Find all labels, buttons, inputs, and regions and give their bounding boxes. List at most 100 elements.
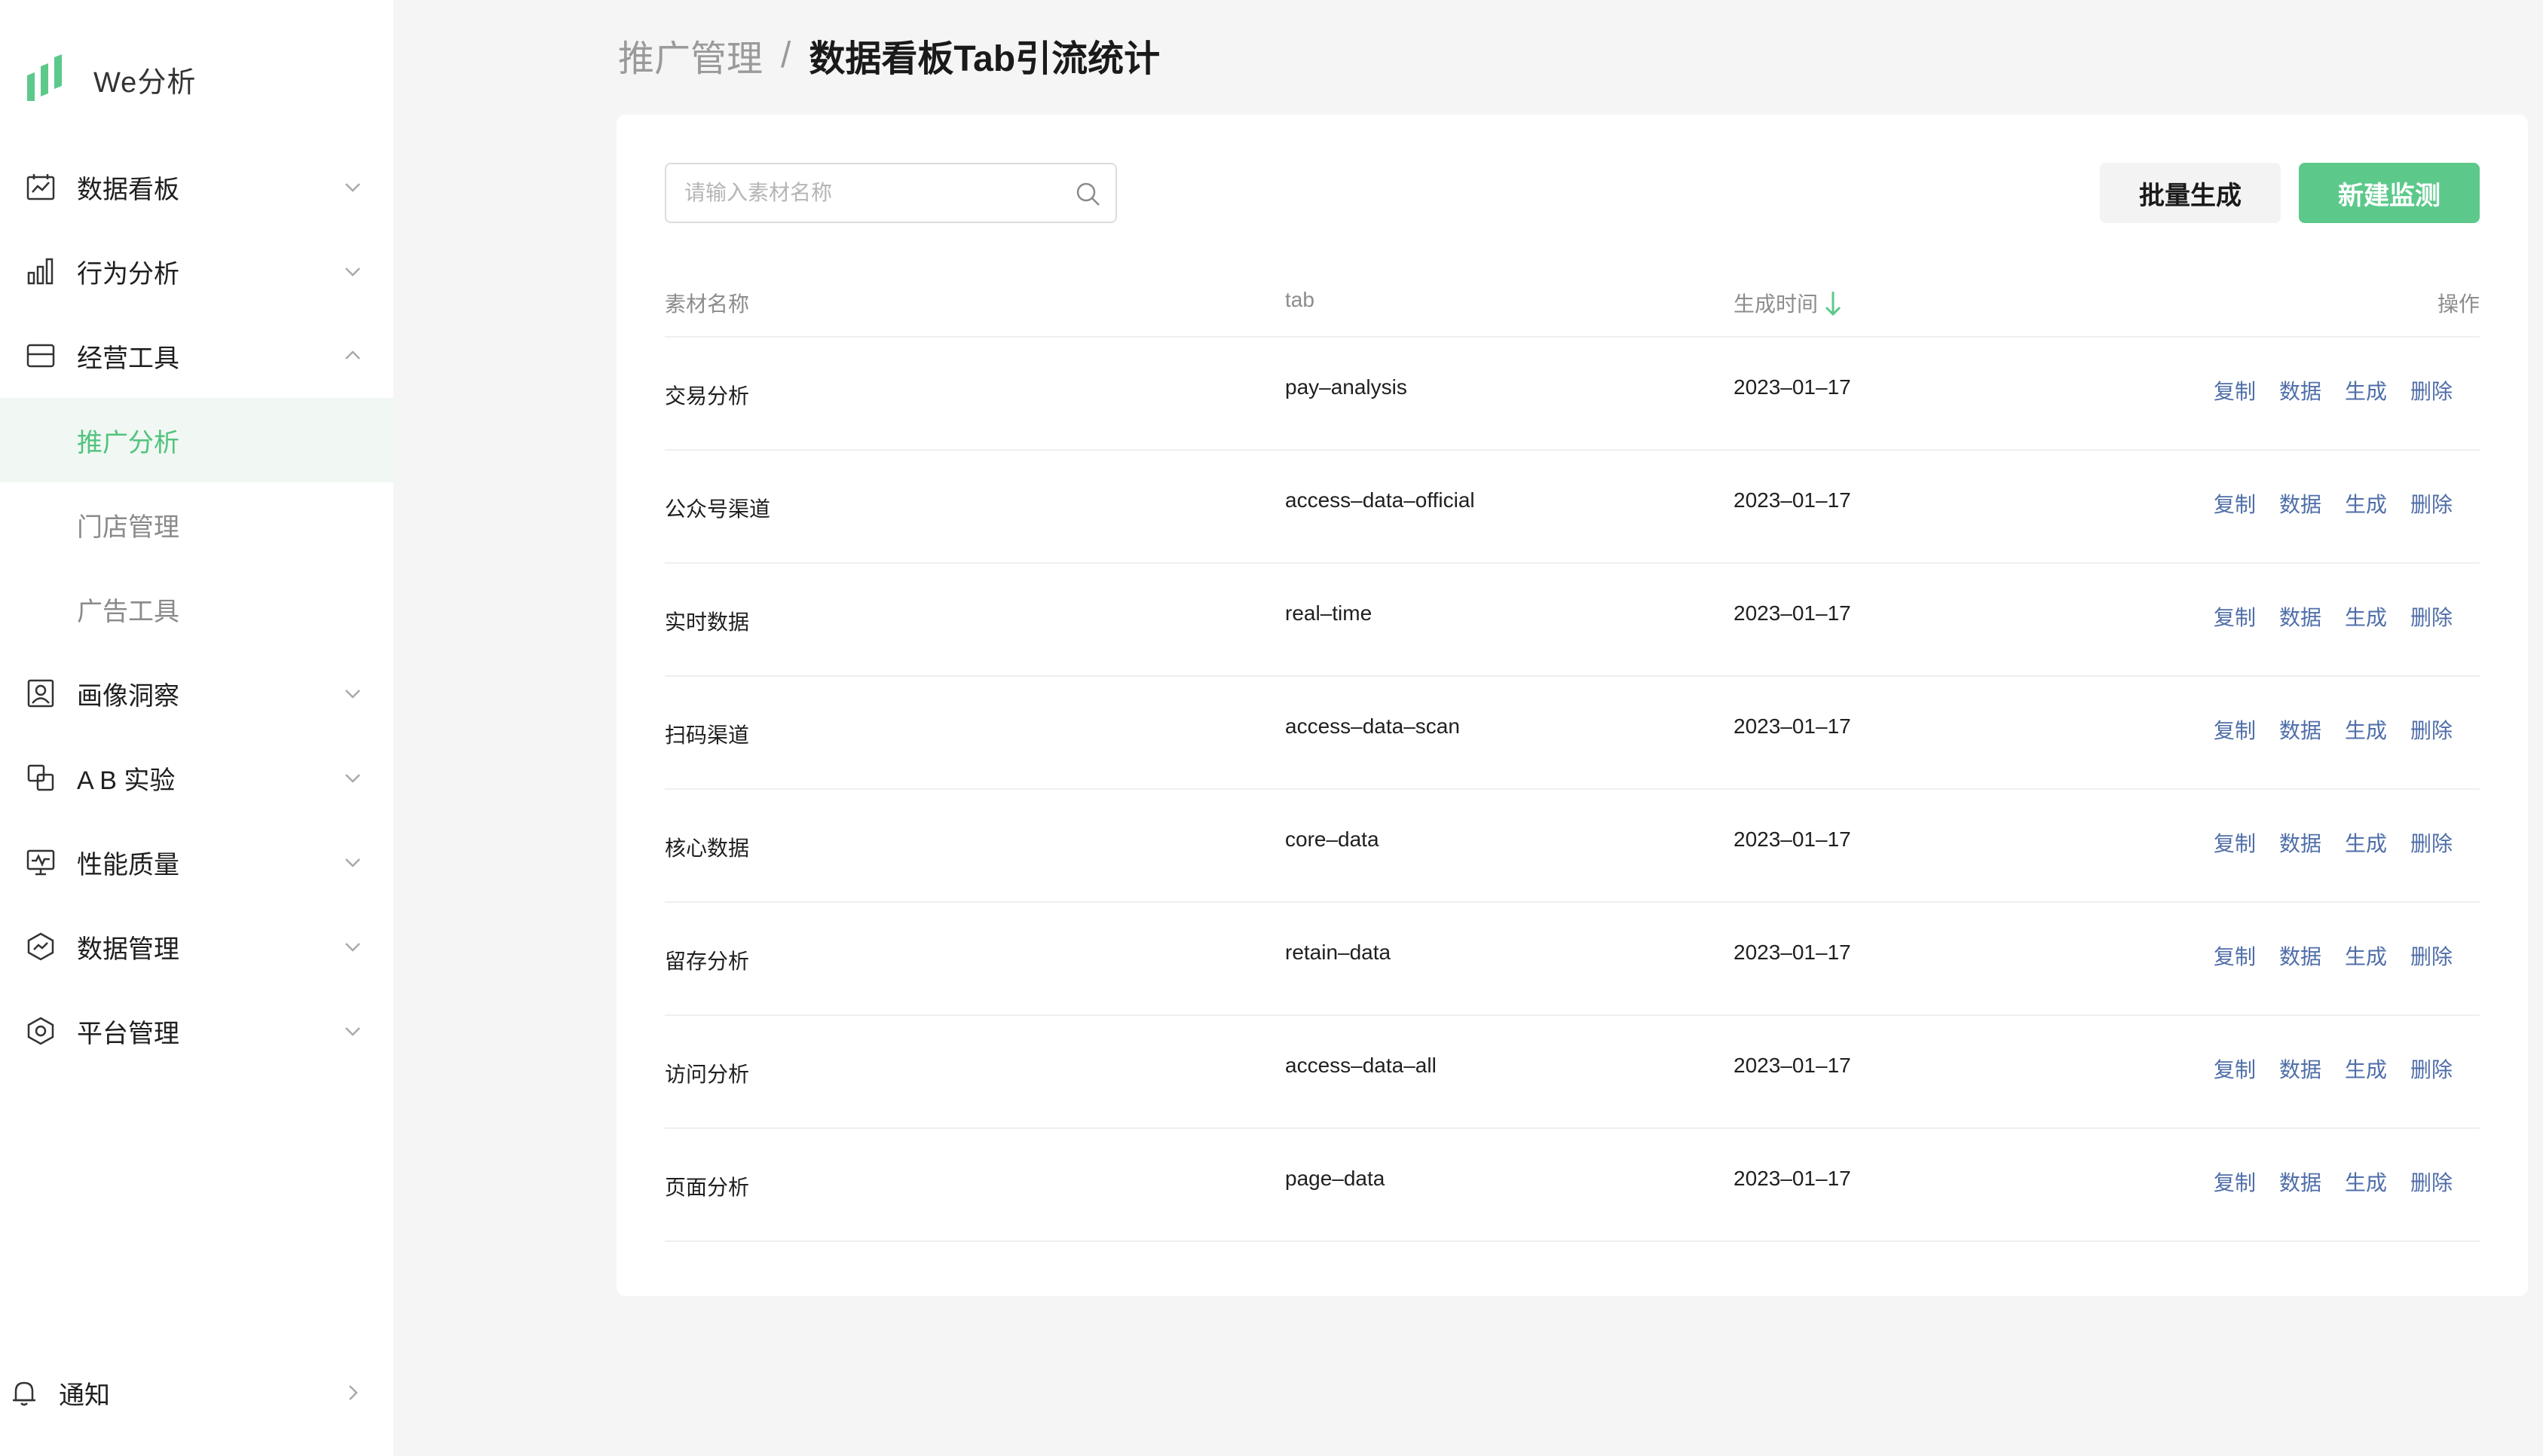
- data-link[interactable]: 数据: [2279, 941, 2321, 971]
- sidebar: We分析 数据看板 行为分析 经营工具 推广分析 门店管理 广告工具 画像洞察 …: [0, 0, 393, 1456]
- store-icon: [26, 344, 55, 368]
- delete-link[interactable]: 删除: [2410, 827, 2453, 858]
- search-input[interactable]: [684, 181, 1046, 205]
- delete-link[interactable]: 删除: [2410, 601, 2453, 632]
- sidebar-item-data-management[interactable]: 数据管理: [0, 904, 393, 989]
- generate-link[interactable]: 生成: [2345, 714, 2387, 745]
- chevron-down-icon: [345, 268, 360, 277]
- sidebar-item-label: 数据管理: [77, 934, 179, 964]
- cell-tab: real–time: [1285, 601, 1372, 625]
- app-logo[interactable]: We分析: [24, 53, 196, 106]
- delete-link[interactable]: 删除: [2410, 1054, 2453, 1084]
- table-body: 交易分析 pay–analysis 2023–01–17 复制 数据 生成 删除 公众号渠道 a…: [665, 338, 2480, 1242]
- cell-time: 2023–01–17: [1734, 375, 1851, 399]
- delete-link[interactable]: 删除: [2410, 488, 2453, 518]
- row-actions: 复制 数据 生成 删除: [2214, 488, 2453, 518]
- sidebar-subitem-store-management[interactable]: 门店管理: [0, 482, 393, 567]
- calendar-chart-icon: [26, 174, 55, 200]
- data-link[interactable]: 数据: [2279, 1054, 2321, 1084]
- row-actions: 复制 数据 生成 删除: [2214, 601, 2453, 632]
- copy-link[interactable]: 复制: [2214, 714, 2256, 745]
- generate-link[interactable]: 生成: [2345, 488, 2387, 518]
- sidebar-item-label: 经营工具: [77, 344, 179, 373]
- copy-link[interactable]: 复制: [2214, 375, 2256, 405]
- delete-link[interactable]: 删除: [2410, 941, 2453, 971]
- portrait-icon: [27, 679, 54, 708]
- cell-time: 2023–01–17: [1734, 714, 1851, 738]
- generate-link[interactable]: 生成: [2345, 827, 2387, 858]
- copy-link[interactable]: 复制: [2214, 827, 2256, 858]
- column-header-tab: tab: [1285, 288, 1314, 311]
- sidebar-subitem-promotion-analysis[interactable]: 推广分析: [0, 398, 393, 482]
- sidebar-item-business-tools[interactable]: 经营工具: [0, 314, 393, 398]
- breadcrumb-separator: /: [781, 35, 791, 75]
- batch-generate-button[interactable]: 批量生成: [2100, 163, 2281, 223]
- chevron-up-icon: [345, 350, 360, 359]
- column-header-time[interactable]: 生成时间: [1734, 288, 1844, 318]
- search-box[interactable]: [665, 163, 1117, 223]
- sidebar-subitem-ad-tools[interactable]: 广告工具: [0, 567, 393, 651]
- breadcrumb-parent[interactable]: 推广管理: [618, 29, 763, 81]
- cell-tab: access–data–all: [1285, 1054, 1437, 1077]
- data-link[interactable]: 数据: [2279, 375, 2321, 405]
- cell-material-name: 交易分析: [665, 384, 750, 408]
- table-row: 留存分析 retain–data 2023–01–17 复制 数据 生成 删除: [665, 903, 2480, 1016]
- sidebar-item-notifications[interactable]: 通知: [0, 1350, 393, 1435]
- generate-link[interactable]: 生成: [2345, 941, 2387, 971]
- chevron-down-icon: [345, 183, 360, 192]
- data-link[interactable]: 数据: [2279, 488, 2321, 518]
- column-header-ops: 操作: [2437, 292, 2480, 316]
- sidebar-item-portrait[interactable]: 画像洞察: [0, 651, 393, 736]
- generate-link[interactable]: 生成: [2345, 1054, 2387, 1084]
- copy-link[interactable]: 复制: [2214, 488, 2256, 518]
- sort-desc-arrow-icon[interactable]: [1822, 290, 1844, 317]
- table-row: 访问分析 access–data–all 2023–01–17 复制 数据 生成 删除: [665, 1016, 2480, 1129]
- data-link[interactable]: 数据: [2279, 827, 2321, 858]
- copy-link[interactable]: 复制: [2214, 601, 2256, 632]
- new-monitor-button[interactable]: 新建监测: [2299, 163, 2480, 223]
- bell-icon: [13, 1381, 35, 1406]
- cell-material-name: 留存分析: [665, 950, 750, 973]
- row-actions: 复制 数据 生成 删除: [2214, 1167, 2453, 1197]
- data-link[interactable]: 数据: [2279, 601, 2321, 632]
- cell-material-name: 核心数据: [665, 837, 750, 860]
- monitor-icon: [26, 849, 55, 876]
- copy-link[interactable]: 复制: [2214, 941, 2256, 971]
- generate-link[interactable]: 生成: [2345, 375, 2387, 405]
- hexagon-settings-icon: [27, 1017, 54, 1045]
- cell-time: 2023–01–17: [1734, 1054, 1851, 1077]
- sidebar-subitem-label: 门店管理: [77, 512, 179, 542]
- sidebar-item-behavior[interactable]: 行为分析: [0, 229, 393, 314]
- delete-link[interactable]: 删除: [2410, 714, 2453, 745]
- copy-link[interactable]: 复制: [2214, 1167, 2256, 1197]
- row-actions: 复制 数据 生成 删除: [2214, 714, 2453, 745]
- copy-link[interactable]: 复制: [2214, 1054, 2256, 1084]
- delete-link[interactable]: 删除: [2410, 375, 2453, 405]
- cell-tab: access–data–scan: [1285, 714, 1460, 738]
- page-title: 数据看板Tab引流统计: [809, 39, 1161, 79]
- table-row: 核心数据 core–data 2023–01–17 复制 数据 生成 删除: [665, 790, 2480, 903]
- sidebar-item-performance[interactable]: 性能质量: [0, 820, 393, 904]
- cell-time: 2023–01–17: [1734, 601, 1851, 625]
- table-row: 扫码渠道 access–data–scan 2023–01–17 复制 数据 生成 删除: [665, 677, 2480, 790]
- sidebar-item-ab-test[interactable]: A B 实验: [0, 736, 393, 820]
- generate-link[interactable]: 生成: [2345, 1167, 2387, 1197]
- chevron-down-icon: [345, 1027, 360, 1036]
- cell-tab: retain–data: [1285, 941, 1391, 964]
- data-link[interactable]: 数据: [2279, 714, 2321, 745]
- sidebar-subitem-label: 推广分析: [77, 428, 179, 457]
- column-header-time-label: 生成时间: [1734, 292, 1819, 316]
- delete-link[interactable]: 删除: [2410, 1167, 2453, 1197]
- table-header: 素材名称 tab 生成时间 操作: [665, 262, 2480, 338]
- cell-material-name: 访问分析: [665, 1063, 750, 1086]
- notifications-label: 通知: [59, 1381, 110, 1410]
- search-icon[interactable]: [1075, 181, 1102, 208]
- content-card: 批量生成 新建监测 素材名称 tab 生成时间 操作 交易分析 pay–analy…: [617, 115, 2528, 1296]
- table-row: 交易分析 pay–analysis 2023–01–17 复制 数据 生成 删除: [665, 338, 2480, 451]
- sidebar-item-platform-management[interactable]: 平台管理: [0, 989, 393, 1073]
- material-table: 素材名称 tab 生成时间 操作 交易分析 pay–analysis 2023–01…: [665, 262, 2480, 1242]
- sidebar-item-label: 行为分析: [77, 259, 179, 289]
- data-link[interactable]: 数据: [2279, 1167, 2321, 1197]
- generate-link[interactable]: 生成: [2345, 601, 2387, 632]
- sidebar-item-dashboard[interactable]: 数据看板: [0, 145, 393, 229]
